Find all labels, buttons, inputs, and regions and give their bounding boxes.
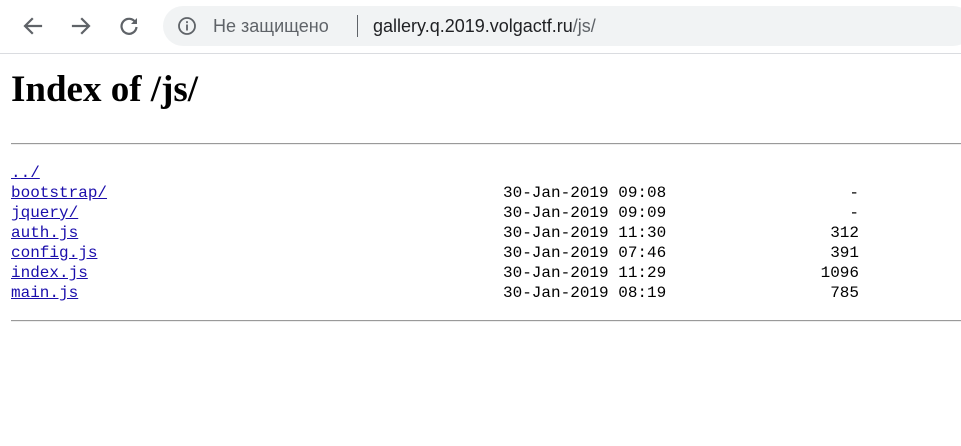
forward-arrow-icon (71, 17, 91, 35)
forward-button[interactable] (67, 12, 95, 40)
file-size: 785 (830, 284, 859, 302)
address-bar[interactable]: Не защищено gallery.q.2019.volgactf.ru/j… (163, 6, 961, 46)
reload-button[interactable] (115, 12, 143, 40)
file-link[interactable]: auth.js (11, 223, 78, 243)
file-size: 391 (830, 244, 859, 262)
listing-row: jquery/ 30-Jan-2019 09:09 - (11, 203, 911, 223)
listing-row: bootstrap/ 30-Jan-2019 09:08 - (11, 183, 911, 203)
listing-row: auth.js 30-Jan-2019 11:30 312 (11, 223, 911, 243)
file-link[interactable]: main.js (11, 283, 78, 303)
modified-date: 30-Jan-2019 09:09 (503, 204, 667, 222)
listing-row: main.js 30-Jan-2019 08:19 785 (11, 283, 911, 303)
file-link[interactable]: bootstrap/ (11, 183, 107, 203)
divider-bottom (11, 320, 961, 322)
address-bar-divider (357, 15, 358, 37)
url-path: /js/ (572, 16, 596, 36)
modified-date: 30-Jan-2019 11:30 (503, 224, 667, 242)
modified-date: 30-Jan-2019 08:19 (503, 284, 667, 302)
listing-row: index.js 30-Jan-2019 11:29 1096 (11, 263, 911, 283)
listing-row-parent: ../ (11, 163, 911, 183)
modified-date: 30-Jan-2019 09:08 (503, 184, 667, 202)
file-link[interactable]: jquery/ (11, 203, 78, 223)
divider-top (11, 143, 961, 145)
file-listing: ../ bootstrap/ 30-Jan-2019 09:08 - jquer… (11, 163, 911, 303)
listing-row: config.js 30-Jan-2019 07:46 391 (11, 243, 911, 263)
file-size: 312 (830, 224, 859, 242)
modified-date: 30-Jan-2019 11:29 (503, 264, 667, 282)
file-size: 1096 (820, 264, 859, 282)
file-size: - (849, 204, 859, 222)
file-size: - (849, 184, 859, 202)
file-link[interactable]: index.js (11, 263, 88, 283)
info-icon[interactable] (177, 16, 197, 36)
url-text[interactable]: gallery.q.2019.volgactf.ru/js/ (373, 16, 596, 36)
page-content: Index of /js/ ../ bootstrap/ 30-Jan-2019… (0, 54, 961, 446)
reload-icon (120, 17, 138, 35)
security-status-label[interactable]: Не защищено (213, 16, 329, 36)
browser-toolbar: Не защищено gallery.q.2019.volgactf.ru/j… (0, 0, 961, 54)
parent-directory-link[interactable]: ../ (11, 163, 40, 183)
page-title: Index of /js/ (11, 69, 199, 110)
modified-date: 30-Jan-2019 07:46 (503, 244, 667, 262)
file-link[interactable]: config.js (11, 243, 97, 263)
back-button[interactable] (19, 12, 47, 40)
back-arrow-icon (23, 17, 43, 35)
url-host: gallery.q.2019.volgactf.ru (373, 16, 573, 36)
